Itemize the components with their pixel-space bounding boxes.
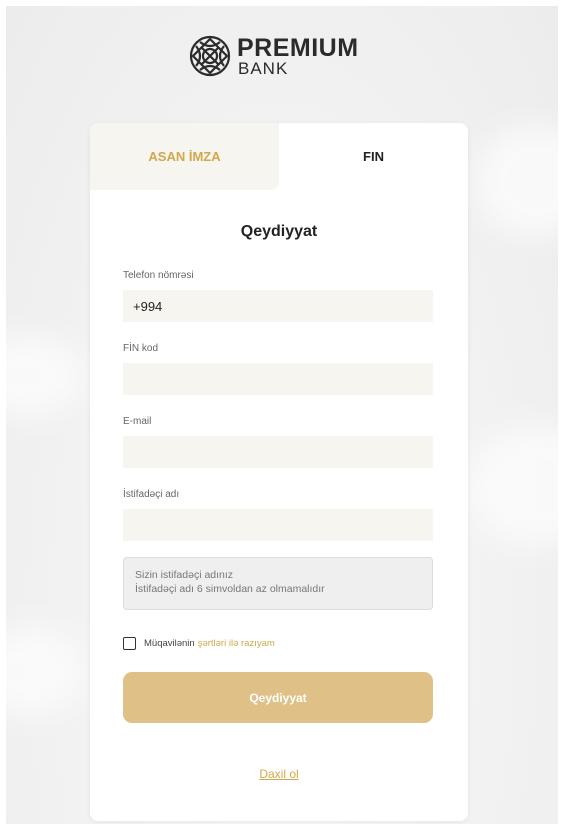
background-cloud — [476, 126, 558, 236]
tab-fin[interactable]: FIN — [279, 123, 468, 190]
brand-name: PREMIUM — [237, 33, 359, 62]
username-label: İstifadəçi adı — [123, 489, 180, 500]
username-hint-line-1: Sizin istifadəçi adınız — [135, 569, 234, 581]
knot-emblem-icon — [189, 35, 231, 77]
tab-asan-imza[interactable]: ASAN İMZA — [90, 123, 279, 190]
page-background: PREMIUM BANK ASAN İMZA FIN Qeydiyyat Tel… — [6, 6, 558, 824]
terms-agreement: Müqavilənin şərtləri ilə razıyam — [123, 637, 275, 650]
username-hint: Sizin istifadəçi adınız İstifadəçi adı 6… — [123, 557, 433, 610]
background-cloud — [466, 426, 558, 546]
register-button[interactable]: Qeydiyyat — [123, 672, 433, 723]
background-cloud — [6, 626, 86, 716]
email-input[interactable] — [123, 436, 433, 468]
terms-link[interactable]: şərtləri ilə razıyam — [198, 638, 275, 649]
form-title: Qeydiyyat — [240, 223, 318, 240]
terms-checkbox[interactable] — [123, 637, 136, 650]
background-cloud — [6, 336, 86, 416]
terms-prefix: Müqavilənin — [144, 638, 195, 649]
phone-label: Telefon nömrəsi — [123, 270, 194, 281]
registration-card: ASAN İMZA FIN Qeydiyyat Telefon nömrəsi … — [90, 123, 468, 821]
phone-input[interactable] — [123, 290, 433, 322]
fin-input[interactable] — [123, 363, 433, 395]
fin-label: FİN kod — [123, 343, 159, 354]
username-input[interactable] — [123, 509, 433, 541]
email-label: E-mail — [123, 416, 152, 427]
login-link[interactable]: Daxil ol — [90, 767, 468, 781]
username-hint-line-2: İstifadəçi adı 6 simvoldan az olmamalıdı… — [135, 583, 325, 595]
brand-subtitle: BANK — [238, 58, 289, 78]
brand-logo: PREMIUM BANK — [188, 32, 359, 80]
